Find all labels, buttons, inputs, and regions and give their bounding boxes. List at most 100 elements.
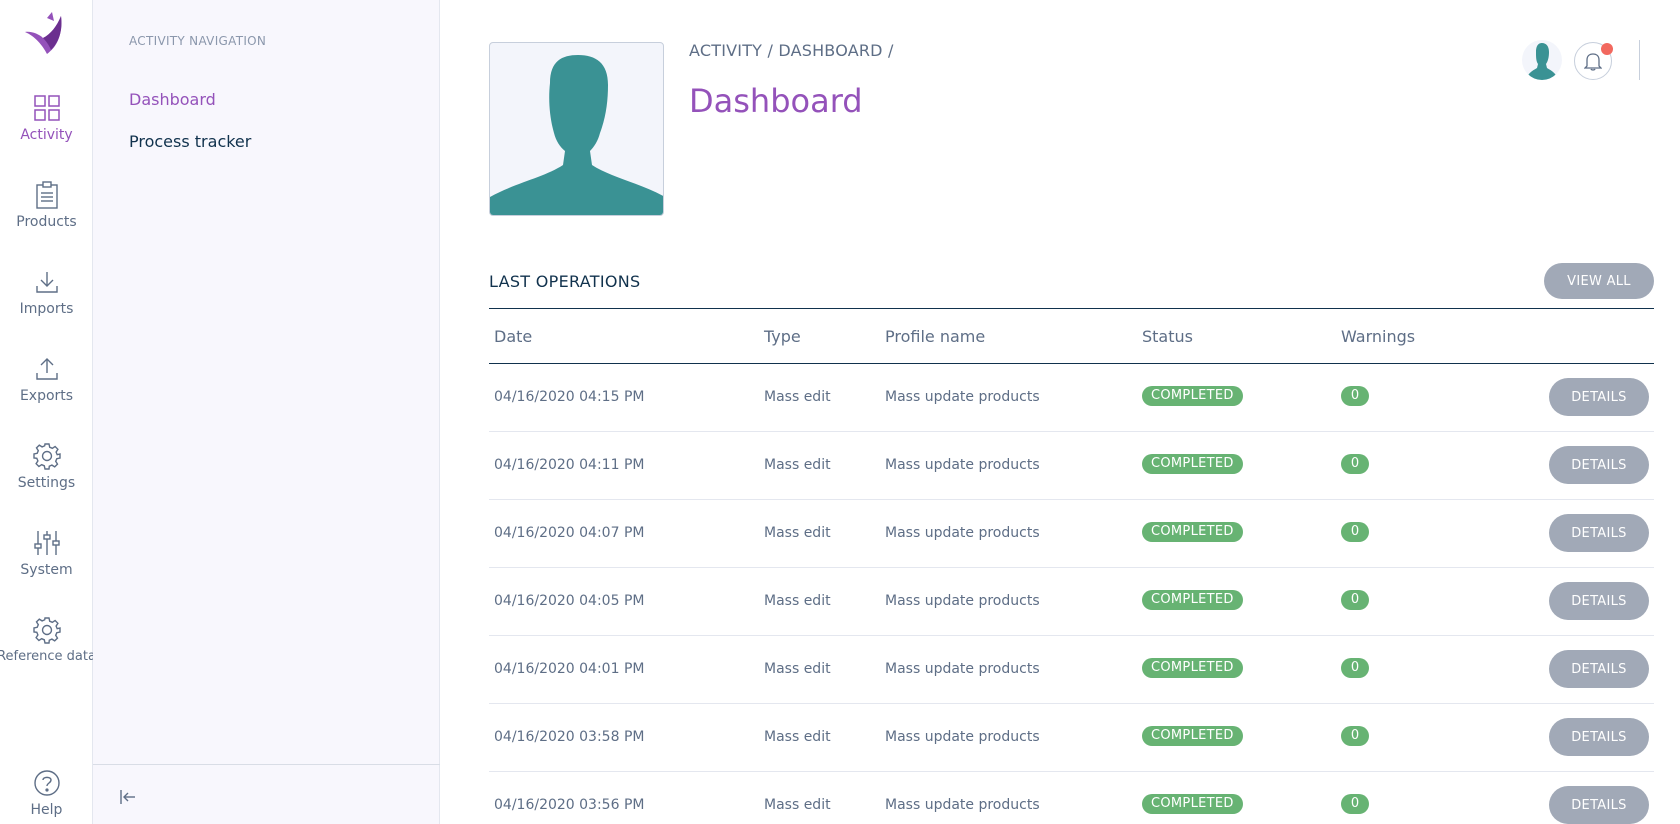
help-label: Help — [30, 802, 63, 818]
warnings-badge: 0 — [1341, 794, 1369, 814]
rail-item-exports[interactable]: Exports — [0, 354, 93, 424]
column-header-status: Status — [1142, 327, 1193, 346]
cell-type: Mass edit — [764, 729, 831, 745]
rail-item-settings[interactable]: Settings — [0, 441, 93, 511]
cell-date: 04/16/2020 04:15 PM — [494, 389, 645, 405]
header-divider — [1639, 40, 1640, 80]
table-row[interactable]: 04/16/2020 03:56 PM Mass edit Mass updat… — [489, 772, 1654, 824]
collapse-icon[interactable] — [118, 787, 138, 807]
rail-item-activity[interactable]: Activity — [0, 93, 93, 163]
main-content: ACTIVITY / DASHBOARD / Dashboard LAST OP… — [441, 0, 1680, 824]
breadcrumb-activity[interactable]: ACTIVITY — [689, 41, 762, 60]
rail-item-label: Reference data — [0, 649, 96, 664]
subnav-footer — [93, 764, 440, 824]
rail-item-label: Activity — [20, 127, 73, 143]
cell-profile-name: Mass update products — [885, 389, 1040, 405]
cell-profile-name: Mass update products — [885, 729, 1040, 745]
cell-profile-name: Mass update products — [885, 593, 1040, 609]
page-title: Dashboard — [689, 82, 863, 120]
cell-profile-name: Mass update products — [885, 525, 1040, 541]
cell-profile-name: Mass update products — [885, 797, 1040, 813]
breadcrumb-separator: / — [767, 41, 774, 60]
table-row[interactable]: 04/16/2020 04:11 PM Mass edit Mass updat… — [489, 432, 1654, 500]
table-row[interactable]: 04/16/2020 04:05 PM Mass edit Mass updat… — [489, 568, 1654, 636]
notification-badge — [1601, 43, 1613, 55]
column-header-date: Date — [494, 327, 533, 346]
cell-date: 04/16/2020 04:07 PM — [494, 525, 645, 541]
cell-date: 04/16/2020 04:11 PM — [494, 457, 645, 473]
user-icon — [1526, 43, 1558, 80]
breadcrumb-separator: / — [888, 41, 894, 60]
breadcrumb: ACTIVITY / DASHBOARD / — [689, 41, 894, 60]
warnings-badge: 0 — [1341, 590, 1369, 610]
warnings-badge: 0 — [1341, 658, 1369, 678]
rail-item-system[interactable]: System — [0, 528, 93, 598]
table-row[interactable]: 04/16/2020 04:07 PM Mass edit Mass updat… — [489, 500, 1654, 568]
table-row[interactable]: 04/16/2020 04:01 PM Mass edit Mass updat… — [489, 636, 1654, 704]
cell-type: Mass edit — [764, 593, 831, 609]
column-header-profile-name: Profile name — [885, 327, 986, 346]
cell-profile-name: Mass update products — [885, 457, 1040, 473]
details-button[interactable]: DETAILS — [1549, 650, 1649, 688]
status-badge: COMPLETED — [1142, 726, 1243, 746]
help-button[interactable]: Help — [0, 768, 93, 824]
rail-item-label: Imports — [19, 301, 74, 317]
cell-type: Mass edit — [764, 661, 831, 677]
status-badge: COMPLETED — [1142, 386, 1243, 406]
question-icon — [32, 768, 62, 798]
rail-item-label: Products — [16, 214, 77, 230]
gear-icon — [32, 615, 62, 645]
cell-profile-name: Mass update products — [885, 661, 1040, 677]
person-silhouette-icon — [490, 55, 663, 215]
gear-icon — [32, 441, 62, 471]
subnav-title: ACTIVITY NAVIGATION — [129, 34, 267, 48]
details-button[interactable]: DETAILS — [1549, 718, 1649, 756]
details-button[interactable]: DETAILS — [1549, 378, 1649, 416]
akeneo-logo[interactable] — [21, 12, 65, 56]
table-header: Date Type Profile name Status Warnings — [489, 308, 1654, 364]
cell-type: Mass edit — [764, 457, 831, 473]
rail-item-label: System — [20, 562, 73, 578]
view-all-button[interactable]: VIEW ALL — [1544, 263, 1654, 299]
rail-item-label: Settings — [17, 475, 76, 491]
download-icon — [32, 267, 62, 297]
details-button[interactable]: DETAILS — [1549, 446, 1649, 484]
details-button[interactable]: DETAILS — [1549, 514, 1649, 552]
details-button[interactable]: DETAILS — [1549, 786, 1649, 824]
rail-item-products[interactable]: Products — [0, 180, 93, 250]
cell-date: 04/16/2020 04:01 PM — [494, 661, 645, 677]
subnav-link-process-tracker[interactable]: Process tracker — [129, 132, 251, 151]
user-picture — [489, 42, 664, 216]
cell-date: 04/16/2020 04:05 PM — [494, 593, 645, 609]
details-button[interactable]: DETAILS — [1549, 582, 1649, 620]
breadcrumb-dashboard[interactable]: DASHBOARD — [778, 41, 882, 60]
status-badge: COMPLETED — [1142, 522, 1243, 542]
bell-icon — [1584, 53, 1602, 71]
status-badge: COMPLETED — [1142, 658, 1243, 678]
warnings-badge: 0 — [1341, 386, 1369, 406]
column-header-type: Type — [764, 327, 801, 346]
table-row[interactable]: 04/16/2020 04:15 PM Mass edit Mass updat… — [489, 364, 1654, 432]
rail-item-imports[interactable]: Imports — [0, 267, 93, 337]
warnings-badge: 0 — [1341, 522, 1369, 542]
status-badge: COMPLETED — [1142, 794, 1243, 814]
grid-icon — [32, 93, 62, 123]
cell-date: 04/16/2020 03:58 PM — [494, 729, 645, 745]
cell-type: Mass edit — [764, 797, 831, 813]
status-badge: COMPLETED — [1142, 590, 1243, 610]
main-menu: Activity Products Imports Exports Settin… — [0, 0, 96, 824]
cell-type: Mass edit — [764, 525, 831, 541]
rail-item-reference-data[interactable]: Reference data — [0, 615, 96, 685]
clipboard-icon — [32, 180, 62, 210]
subnav-link-dashboard[interactable]: Dashboard — [129, 90, 216, 109]
warnings-badge: 0 — [1341, 454, 1369, 474]
table-row[interactable]: 04/16/2020 03:58 PM Mass edit Mass updat… — [489, 704, 1654, 772]
upload-icon — [32, 354, 62, 384]
sliders-icon — [32, 528, 62, 558]
operations-table: Date Type Profile name Status Warnings 0… — [489, 308, 1654, 824]
rail-item-label: Exports — [19, 388, 74, 404]
column-header-warnings: Warnings — [1341, 327, 1416, 346]
avatar[interactable] — [1522, 40, 1562, 80]
cell-date: 04/16/2020 03:56 PM — [494, 797, 645, 813]
notifications-button[interactable] — [1574, 42, 1613, 80]
